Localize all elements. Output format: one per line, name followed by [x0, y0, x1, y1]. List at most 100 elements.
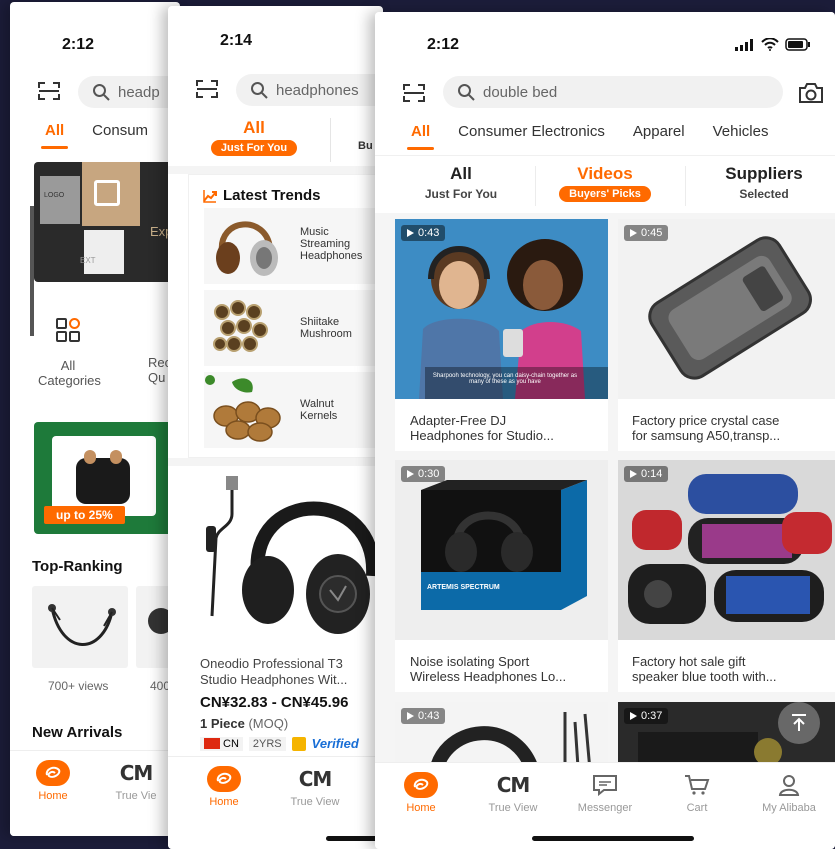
subtab-videos[interactable]: Videos Buyers' Picks	[543, 164, 667, 202]
subtab-suppliers-sub: Selected	[739, 187, 789, 201]
subtab-suppliers[interactable]: Suppliers Selected	[693, 164, 835, 201]
duration-text: 0:43	[418, 227, 440, 239]
tab-all-just-for-you[interactable]: All Just For You	[202, 118, 306, 156]
tab-apparel[interactable]: Apparel	[633, 123, 685, 140]
subtab-all-sub: Just For You	[424, 187, 498, 201]
grid-icon	[56, 318, 80, 342]
play-icon	[630, 712, 637, 720]
duration-text: 0:37	[641, 710, 663, 722]
duration-badge: 0:37	[624, 708, 669, 724]
nav-true-view-label: True View	[488, 802, 538, 814]
video-thumbnail: 0:45	[618, 219, 835, 399]
tab-consumer[interactable]: Consum	[92, 122, 148, 139]
box-label: ARTEMIS SPECTRUM	[427, 584, 500, 591]
product-card[interactable]: Oneodio Professional T3 Studio Headphone…	[188, 466, 383, 756]
china-flag-icon	[204, 738, 220, 749]
gold-supplier-icon	[291, 736, 306, 751]
neckband-earphones-image	[48, 604, 116, 646]
true-view-icon: CM	[496, 773, 531, 797]
battery-icon	[785, 38, 810, 51]
subtab-videos-title: Videos	[577, 164, 633, 183]
video-card[interactable]: 0:14 Factory hot sale gift speaker blue …	[618, 460, 835, 692]
nav-my-alibaba-label: My Alibaba	[762, 802, 816, 814]
country-text: CN	[223, 737, 239, 750]
product-moq-unit: (MOQ)	[248, 716, 289, 731]
back-to-top-button[interactable]	[778, 702, 820, 744]
subtab-suppliers-title: Suppliers	[725, 164, 803, 183]
nav-home-label: Home	[406, 802, 436, 814]
true-view-icon: CM	[119, 761, 154, 785]
tab-consumer-electronics[interactable]: Consumer Electronics	[458, 123, 605, 140]
category-tabs: All Consumer Electronics Apparel Vehicle…	[406, 123, 769, 150]
nav-home-label: Home	[38, 790, 68, 802]
tab-vehicles[interactable]: Vehicles	[713, 123, 769, 140]
nav-true-view[interactable]: CM True Vie	[96, 751, 176, 836]
search-text: double bed	[483, 83, 558, 101]
play-icon	[630, 470, 637, 478]
scan-icon[interactable]	[38, 82, 60, 100]
video-title: Factory hot sale gift speaker blue tooth…	[632, 654, 777, 684]
duration-text: 0:14	[641, 468, 663, 480]
duration-text: 0:45	[641, 227, 663, 239]
play-icon	[630, 229, 637, 237]
video-card[interactable]: Sharpooh technology, you can daisy-chain…	[395, 219, 608, 451]
new-arrivals-title: New Arrivals	[32, 724, 123, 741]
status-time: 2:12	[62, 36, 95, 53]
subtab-all-title: All	[450, 164, 472, 183]
trend-item-headphones[interactable]: Music Streaming Headphones	[204, 208, 383, 284]
duration-badge: 0:30	[401, 466, 446, 482]
status-icons	[735, 38, 811, 51]
trend-label-1: Music Streaming Headphones	[300, 226, 363, 262]
category-all[interactable]: All Categories	[38, 317, 101, 388]
feed-subtabs: All Just For You Videos Buyers' Picks Su…	[375, 155, 835, 213]
subtab-all[interactable]: All Just For You	[395, 164, 527, 201]
alibaba-home-icon	[404, 772, 438, 798]
scan-icon[interactable]	[196, 80, 218, 98]
nav-home[interactable]: Home	[375, 763, 467, 849]
video-card[interactable]: ARTEMIS SPECTRUM 0:30 Noise isolating Sp…	[395, 460, 608, 692]
phone-screen-2: 2:14 headphones All Just For You Bu Late…	[168, 6, 383, 849]
duration-badge: 0:43	[401, 708, 446, 724]
nav-my-alibaba[interactable]: My Alibaba	[743, 763, 835, 849]
video-thumbnail: ARTEMIS SPECTRUM 0:30	[395, 460, 608, 640]
screenshot-stage: 2:12 headp All Consum LOGO EXT Exp All C…	[0, 0, 835, 849]
search-input[interactable]: double bed	[443, 76, 783, 108]
nav-home[interactable]: Home	[168, 757, 280, 849]
search-text: headp	[118, 83, 160, 101]
earbuds-promo-card[interactable]: up to 25%	[34, 422, 174, 534]
cart-icon	[685, 775, 710, 795]
alibaba-home-icon	[36, 760, 70, 786]
search-text: headphones	[276, 81, 359, 99]
video-thumbnail: Sharpooh technology, you can daisy-chain…	[395, 219, 608, 399]
headset-box-image	[395, 460, 608, 640]
trend-item-mushroom[interactable]: Shiitake Mushroom	[204, 290, 383, 366]
search-input[interactable]: headp	[78, 76, 180, 108]
ranking-item-neckband[interactable]	[32, 586, 128, 668]
product-title: Oneodio Professional T3 Studio Headphone…	[200, 656, 348, 687]
true-view-icon: CM	[298, 767, 333, 791]
nav-home[interactable]: Home	[10, 751, 96, 836]
video-card[interactable]: 0:45 Factory price crystal case for sams…	[618, 219, 835, 451]
camera-icon[interactable]	[798, 82, 824, 104]
search-icon	[251, 82, 268, 99]
duration-badge: 0:14	[624, 466, 669, 482]
mushroom-image	[213, 300, 268, 352]
tab-all[interactable]: All	[40, 122, 69, 149]
bluetooth-speakers-image	[618, 460, 835, 640]
tab-buyers-sub[interactable]: Bu	[358, 140, 373, 152]
phone-case-image	[618, 219, 835, 399]
duration-text: 0:43	[418, 710, 440, 722]
category-all-label: All Categories	[38, 358, 101, 388]
play-icon	[407, 470, 414, 478]
play-icon	[407, 229, 414, 237]
duration-text: 0:30	[418, 468, 440, 480]
status-time: 2:12	[427, 36, 460, 53]
trend-item-walnut[interactable]: Walnut Kernels	[204, 372, 383, 448]
search-input[interactable]: headphones	[236, 74, 383, 106]
scan-icon[interactable]	[403, 84, 425, 102]
promo-banner[interactable]: LOGO EXT Exp	[34, 162, 180, 282]
product-headphones-image	[206, 476, 381, 634]
wifi-icon	[761, 38, 779, 51]
tab-all[interactable]: All	[406, 123, 435, 150]
nav-true-view-label: True Vie	[115, 790, 157, 802]
